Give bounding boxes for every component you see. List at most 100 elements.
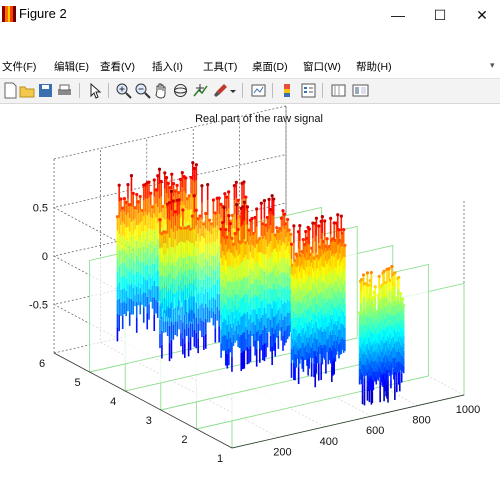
pan-hand-icon[interactable] — [153, 82, 170, 99]
menu-window[interactable]: 窗口(W) — [303, 59, 341, 74]
open-file-icon[interactable] — [19, 82, 36, 99]
stem-marker — [227, 213, 231, 218]
stem-marker — [236, 198, 240, 202]
stem-marker — [275, 226, 279, 230]
brush-dropdown-icon[interactable] — [229, 82, 237, 99]
stem-marker — [180, 171, 184, 175]
stem-marker — [365, 271, 370, 275]
stem-marker — [119, 197, 123, 201]
zoom-in-icon[interactable] — [115, 82, 132, 99]
stem-marker — [329, 216, 333, 221]
stem-marker — [228, 222, 232, 226]
stem-marker — [169, 189, 174, 193]
stem-marker — [187, 225, 191, 229]
y-tick-label: 3 — [146, 415, 152, 427]
stem-marker — [164, 176, 169, 180]
x-tick-label: 200 — [273, 446, 291, 458]
stem-marker — [242, 180, 246, 184]
menu-insert[interactable]: 插入(I) — [152, 59, 183, 74]
stem-marker — [394, 296, 398, 300]
stem-marker — [286, 217, 290, 222]
stem-marker — [236, 227, 240, 232]
maximize-button[interactable]: ☐ — [418, 2, 462, 28]
stem-marker — [158, 218, 162, 222]
stem-marker — [373, 285, 377, 289]
y-tick-label: 4 — [110, 396, 116, 408]
stem-marker — [149, 191, 153, 195]
stem-marker — [397, 275, 401, 280]
stem-marker — [320, 215, 324, 219]
stem-marker — [223, 192, 227, 196]
menu-edit[interactable]: 编辑(E) — [54, 59, 89, 74]
stem-marker — [200, 184, 204, 188]
stem-marker — [314, 216, 319, 220]
stem-marker — [207, 218, 212, 222]
stem-marker — [152, 178, 156, 182]
stem-marker — [131, 191, 135, 195]
stem-marker — [270, 194, 274, 198]
data-cursor-icon[interactable] — [192, 82, 209, 99]
minimize-button[interactable]: — — [376, 2, 420, 28]
stem-marker — [234, 203, 239, 207]
insert-colorbar-icon[interactable] — [279, 82, 296, 99]
rotate-3d-icon[interactable] — [172, 82, 189, 99]
menu-tools[interactable]: 工具(T) — [203, 59, 237, 74]
new-figure-icon[interactable] — [2, 82, 19, 99]
stem-marker — [267, 197, 271, 202]
menu-bar: 文件(F) 编辑(E) 查看(V) 插入(I) 工具(T) 桌面(D) 窗口(W… — [0, 56, 500, 76]
stem-marker — [117, 183, 121, 187]
stem-marker — [370, 296, 374, 300]
menu-overflow-icon[interactable]: ▾ — [490, 60, 495, 71]
hide-plot-tools-icon[interactable] — [330, 82, 347, 99]
stem-marker — [272, 197, 276, 201]
stem3-plot[interactable]: Real part of the raw signal 200 400 600 800… — [0, 103, 500, 500]
stem-marker — [301, 237, 305, 242]
stem-marker — [147, 180, 151, 184]
stem-marker — [157, 167, 162, 171]
menu-file[interactable]: 文件(F) — [2, 59, 36, 74]
window-title: Figure 2 — [19, 6, 67, 21]
stem-marker — [245, 205, 250, 209]
stem-marker — [361, 273, 366, 277]
stem-marker — [339, 214, 343, 218]
y-tick-label: 1 — [217, 453, 223, 465]
stem-marker — [388, 278, 392, 282]
stem-marker — [166, 181, 170, 185]
show-plot-tools-icon[interactable] — [352, 82, 369, 99]
stem-marker — [259, 201, 263, 205]
close-button[interactable]: ✕ — [460, 2, 500, 28]
print-icon[interactable] — [56, 82, 73, 99]
stem-marker — [390, 264, 394, 269]
stem-marker — [383, 280, 387, 285]
stem-marker — [402, 304, 406, 308]
stem-marker — [159, 179, 163, 184]
stem-marker — [138, 194, 142, 199]
stem-marker — [171, 182, 176, 186]
brush-icon[interactable] — [212, 82, 229, 99]
stem-marker — [192, 194, 196, 198]
stem-marker — [230, 236, 234, 240]
stem-marker — [163, 171, 167, 175]
stem-marker — [211, 198, 216, 202]
stem-marker — [399, 291, 403, 296]
link-plot-icon[interactable] — [250, 82, 267, 99]
stem-marker — [135, 192, 139, 197]
stem-marker — [250, 216, 254, 221]
stem-marker — [342, 227, 346, 232]
menu-desktop[interactable]: 桌面(D) — [252, 59, 288, 74]
stem-marker — [170, 172, 174, 176]
menu-help[interactable]: 帮助(H) — [356, 59, 392, 74]
stem-marker — [292, 224, 296, 228]
stem-marker — [281, 209, 285, 213]
select-arrow-icon[interactable] — [86, 82, 103, 99]
insert-legend-icon[interactable] — [300, 82, 317, 99]
x-tick-label: 800 — [412, 415, 430, 427]
stem-marker — [244, 195, 248, 199]
save-icon[interactable] — [37, 82, 54, 99]
menu-view[interactable]: 查看(V) — [100, 59, 135, 74]
stem-marker — [126, 183, 130, 187]
zoom-out-icon[interactable] — [134, 82, 151, 99]
y-tick-label: 6 — [39, 358, 45, 370]
stem-marker — [224, 228, 228, 232]
stem-marker — [359, 278, 364, 282]
